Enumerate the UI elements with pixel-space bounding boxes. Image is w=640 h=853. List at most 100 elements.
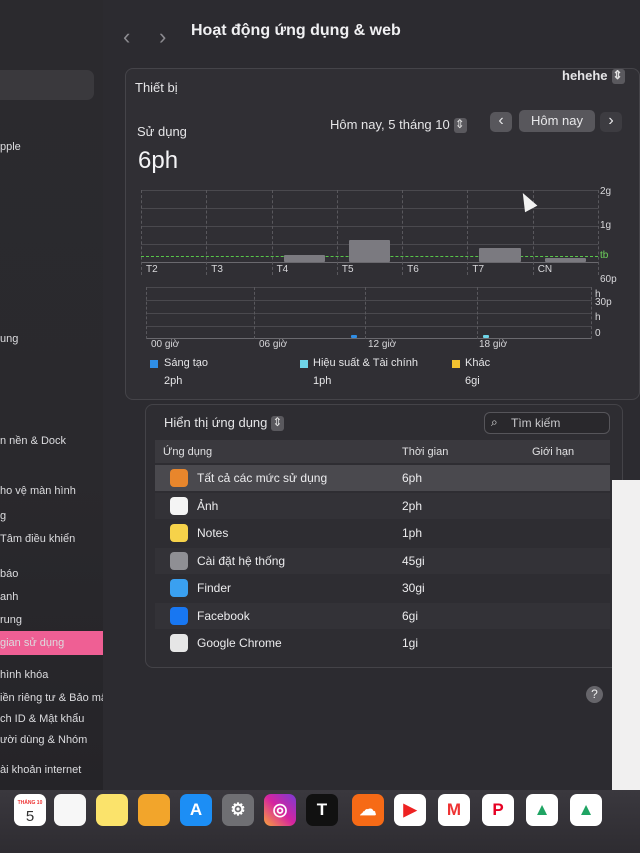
app-time: 45gi (402, 553, 425, 568)
app-time: 2ph (402, 498, 423, 513)
soundcloud-dock-icon[interactable]: ☁ (352, 794, 384, 826)
weekday-label: CN (537, 264, 553, 275)
app-time: 1gi (402, 636, 419, 650)
hourly-bar (351, 335, 357, 338)
weekly-y-tick: 1g (600, 220, 612, 231)
app-name: Ảnh (197, 498, 219, 513)
sidebar-item[interactable]: ười dùng & Nhóm (0, 734, 87, 746)
legend-swatch (452, 360, 460, 368)
weekly-bar (544, 258, 586, 262)
app-name: Google Chrome (197, 636, 282, 650)
weekly-bar (479, 247, 521, 262)
sidebar-item[interactable]: ung (0, 333, 18, 345)
usage-total: 6ph (138, 147, 179, 174)
device-label: Thiết bị (135, 80, 178, 95)
forward-button[interactable]: › (159, 26, 166, 48)
date-stepper-icon (453, 117, 467, 134)
pinterest-dock-icon[interactable]: P (482, 794, 514, 826)
sidebar-item[interactable]: gian sử dụng (0, 637, 64, 649)
sidebar-item[interactable]: ho vệ màn hình (0, 485, 76, 497)
legend-name: Sáng tạo (164, 357, 209, 369)
app-name: Tất cả các mức sử dụng (197, 471, 328, 485)
hourly-y-tick: 30p (595, 297, 612, 308)
sidebar-item[interactable]: Tâm điều khiển (0, 533, 75, 545)
table-row[interactable]: Notes 1ph (155, 520, 610, 546)
google-drive-dock-icon-2[interactable]: ▲ (570, 794, 602, 826)
legend-value: 6gi (465, 375, 480, 387)
weekday-label: T3 (211, 264, 223, 275)
help-button[interactable]: ? (586, 686, 603, 703)
youtube-dock-icon[interactable]: ▶ (394, 794, 426, 826)
column-app[interactable]: Ứng dụng (163, 446, 212, 458)
reminders-dock-icon[interactable] (54, 794, 86, 826)
app-time: 30gi (402, 581, 425, 595)
sidebar-search-field[interactable] (0, 70, 94, 100)
app-time: 6gi (402, 608, 419, 623)
legend-name: Hiệu suất & Tài chính (313, 357, 418, 369)
hourly-usage-chart (146, 287, 592, 339)
show-apps-selector[interactable]: Hiển thị ứng dụng (164, 415, 285, 432)
search-input[interactable]: ⌕ Tìm kiếm (484, 412, 610, 434)
table-row[interactable]: Tất cả các mức sử dụng 6ph (155, 465, 610, 491)
weekly-bar (348, 240, 391, 262)
sidebar-item[interactable]: g (0, 510, 6, 522)
device-selector[interactable]: hehehe (562, 68, 625, 85)
settings-icon (170, 551, 188, 570)
hour-label: 18 giờ (479, 339, 508, 350)
calendar-dock-icon[interactable]: THÁNG 10 5 (14, 794, 46, 826)
today-button[interactable]: Hôm nay (519, 110, 595, 132)
sidebar-item[interactable]: ch ID & Mật khẩu (0, 713, 84, 725)
column-limit[interactable]: Giới hạn (532, 446, 574, 458)
page-title: Hoạt động ứng dụng & web (191, 22, 401, 39)
weekday-label: T4 (276, 264, 289, 275)
prev-day-button[interactable]: ‹ (490, 112, 512, 132)
threads-dock-icon[interactable]: T (306, 794, 338, 826)
layers-icon (170, 469, 188, 487)
hour-label: 00 giờ (151, 339, 180, 350)
instagram-dock-icon[interactable]: ◎ (264, 794, 296, 826)
table-row[interactable]: Finder 30gi (155, 575, 610, 601)
chrome-icon (170, 634, 188, 652)
sidebar-item[interactable]: iền riêng tư & Bảo mật (0, 692, 103, 704)
sidebar-item[interactable]: rung (0, 614, 22, 626)
facebook-icon (170, 606, 188, 625)
pages-dock-icon[interactable] (138, 794, 170, 826)
legend-swatch (150, 360, 158, 368)
app-name: Facebook (197, 608, 250, 623)
weekday-label: T7 (472, 264, 485, 275)
next-day-button[interactable]: › (600, 112, 622, 132)
app-time: 6ph (402, 471, 423, 485)
date-selector[interactable]: Hôm nay, 5 tháng 10 (330, 117, 467, 134)
app-store-dock-icon[interactable]: A (180, 794, 212, 826)
sidebar-item[interactable]: ài khoản internet (0, 764, 81, 776)
device-stepper-icon (611, 68, 625, 85)
table-row[interactable]: Cài đặt hệ thống 45gi (155, 547, 610, 574)
settings-dock-icon[interactable]: ⚙ (222, 794, 254, 826)
search-icon: ⌕ (491, 415, 498, 429)
notes-dock-icon[interactable] (96, 794, 128, 826)
sidebar-item[interactable]: anh (0, 591, 18, 603)
table-row[interactable]: Google Chrome 1gi (155, 630, 610, 656)
sidebar-item[interactable]: pple (0, 141, 21, 153)
gmail-dock-icon[interactable]: M (438, 794, 470, 826)
hour-label: 12 giờ (368, 339, 397, 350)
weekly-y-tick: tb (600, 250, 609, 261)
table-row[interactable]: Facebook 6gi (155, 602, 610, 629)
finder-icon (170, 579, 188, 597)
google-drive-dock-icon[interactable]: ▲ (526, 794, 558, 826)
app-name: Cài đặt hệ thống (197, 553, 286, 568)
back-button[interactable]: ‹ (123, 26, 130, 48)
sidebar-item[interactable]: báo (0, 568, 18, 580)
column-time[interactable]: Thời gian (402, 446, 448, 458)
sidebar-item[interactable]: hình khóa (0, 669, 48, 681)
weekly-y-tick: 60p (600, 274, 617, 285)
app-time: 1ph (402, 526, 423, 540)
app-name: Notes (197, 526, 229, 540)
table-row[interactable]: Ảnh 2ph (155, 492, 610, 519)
weekday-label: T5 (341, 264, 354, 275)
weekly-y-tick: 2g (600, 186, 612, 197)
photos-icon (170, 496, 188, 515)
legend-value: 1ph (313, 375, 332, 387)
sidebar-item[interactable]: n nền & Dock (0, 435, 66, 447)
background-window-edge (612, 480, 640, 790)
